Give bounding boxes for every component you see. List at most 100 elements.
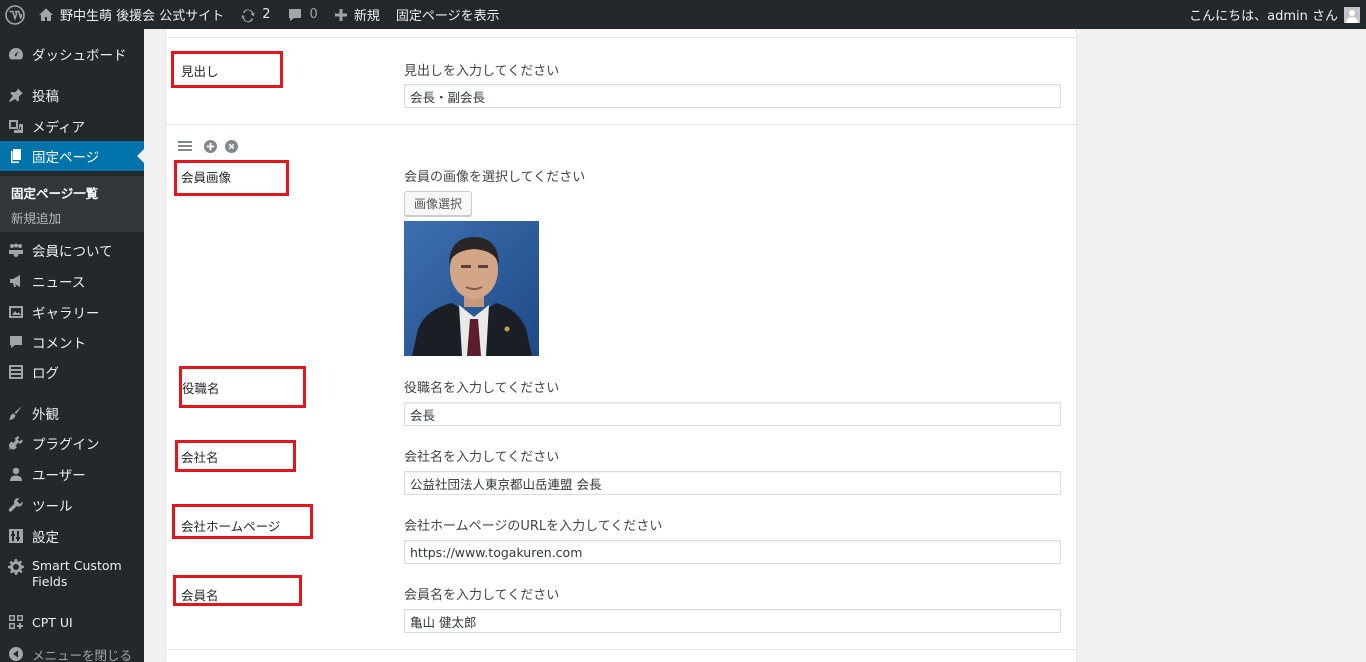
homepage-input[interactable] (404, 540, 1061, 564)
megaphone-icon (10, 275, 20, 287)
gallery-icon (9, 306, 23, 318)
add-row-icon[interactable] (204, 140, 217, 153)
menu-label: 会員について (32, 244, 113, 260)
highlight-box (175, 440, 296, 472)
menu-label: CPT UI (32, 614, 73, 630)
menu-news[interactable]: ニュース (0, 266, 144, 296)
page-icon (11, 149, 21, 163)
position-input[interactable] (404, 402, 1061, 426)
highlight-box (174, 160, 289, 196)
menu-tools[interactable]: ツール (0, 490, 144, 520)
wrench-icon (8, 498, 23, 512)
menu-appearance[interactable]: 外観 (0, 398, 144, 428)
menu-members[interactable]: 会員について (0, 235, 144, 265)
image-note: 会員の画像を選択してください (404, 170, 586, 185)
homepage-note: 会社ホームページのURLを入力してください (404, 519, 663, 534)
new-content-link[interactable]: 新規 (326, 0, 388, 29)
view-page-link[interactable]: 固定ページを表示 (388, 0, 508, 29)
menu-label: ニュース (32, 275, 86, 291)
menu-label: Smart Custom Fields (32, 558, 122, 589)
menu-label: コメント (32, 336, 86, 352)
plus-icon (334, 8, 347, 21)
media-icon (9, 120, 23, 133)
plugin-icon (8, 436, 23, 450)
collapse-label: メニューを閉じる (32, 647, 133, 662)
submenu-all-pages[interactable]: 固定ページ一覧 (11, 183, 98, 202)
collapse-menu-button[interactable]: メニューを閉じる (0, 639, 144, 662)
menu-gallery[interactable]: ギャラリー (0, 297, 144, 327)
menu-smart-custom-fields[interactable]: Smart Custom Fields (0, 551, 144, 591)
greeting: こんにちは、admin さん (1189, 9, 1338, 24)
avatar (1344, 6, 1360, 23)
user-icon (10, 467, 22, 481)
list-icon (9, 365, 23, 379)
menu-label: メディア (32, 120, 86, 136)
menu-label: ギャラリー (32, 306, 100, 322)
member-photo (404, 221, 539, 356)
admin-menu: ダッシュボード 投稿 メディア 固定ページ 固定ページ一覧 新規追加 会員につい… (0, 29, 144, 662)
menu-comments[interactable]: コメント (0, 327, 144, 357)
comment-icon (10, 336, 22, 348)
menu-label: ログ (32, 366, 59, 382)
dashboard-icon (9, 48, 23, 60)
menu-label: プラグイン (32, 437, 100, 453)
divider (166, 124, 1076, 125)
pages-submenu: 固定ページ一覧 新規追加 (0, 176, 144, 232)
menu-media[interactable]: メディア (0, 111, 144, 141)
divider (166, 37, 1076, 38)
menu-label: ツール (32, 499, 73, 515)
select-image-button[interactable]: 画像選択 (404, 191, 473, 216)
home-icon (39, 8, 53, 21)
menu-cpt-ui[interactable]: CPT UI (0, 607, 144, 637)
highlight-box (172, 504, 313, 539)
grid-icon (9, 615, 23, 629)
comments-link[interactable]: 0 (279, 0, 326, 29)
menu-posts[interactable]: 投稿 (0, 80, 144, 110)
menu-label: 設定 (32, 530, 59, 546)
menu-dashboard[interactable]: ダッシュボード (0, 39, 144, 69)
update-icon (241, 8, 255, 22)
menu-log[interactable]: ログ (0, 357, 144, 387)
comment-icon (288, 8, 301, 21)
gear-icon (8, 559, 24, 575)
site-name: 野中生萌 後援会 公式サイト (60, 9, 225, 24)
settings-icon (9, 529, 23, 543)
view-page-label: 固定ページを表示 (395, 9, 500, 24)
admin-bar: 野中生萌 後援会 公式サイト 2 0 新規 固定ページを表示 こんにちは、adm… (0, 0, 1366, 29)
menu-label: ユーザー (32, 468, 86, 484)
heading-input[interactable] (404, 84, 1061, 108)
new-label: 新規 (353, 9, 380, 24)
highlight-box (179, 366, 306, 408)
updates-count: 2 (262, 7, 271, 22)
member-name-note: 会員名を入力してください (404, 588, 560, 603)
comments-count: 0 (309, 7, 318, 22)
brush-icon (9, 406, 22, 420)
collapse-icon (9, 647, 23, 661)
drag-handle-icon[interactable] (178, 140, 192, 152)
divider (166, 649, 1076, 650)
custom-fields-panel: 見出し 見出しを入力してください 会員画像 会員の画像を選択してください 画像選… (165, 29, 1077, 662)
remove-row-icon[interactable] (225, 140, 238, 153)
menu-label: 投稿 (32, 89, 59, 105)
position-note: 役職名を入力してください (404, 381, 560, 396)
menu-settings[interactable]: 設定 (0, 521, 144, 551)
menu-pages[interactable]: 固定ページ (0, 141, 144, 171)
company-note: 会社名を入力してください (404, 450, 560, 465)
menu-plugins[interactable]: プラグイン (0, 428, 144, 458)
highlight-box (171, 51, 283, 88)
updates-link[interactable]: 2 (232, 0, 278, 29)
submenu-add-new[interactable]: 新規追加 (11, 208, 61, 227)
menu-label: ダッシュボード (32, 48, 127, 64)
site-name-link[interactable]: 野中生萌 後援会 公式サイト (30, 0, 232, 29)
menu-label: 固定ページ (32, 150, 100, 166)
heading-note: 見出しを入力してください (404, 64, 560, 79)
groups-icon (9, 243, 23, 257)
company-input[interactable] (404, 471, 1061, 495)
highlight-box (173, 575, 302, 606)
member-name-input[interactable] (404, 609, 1061, 633)
menu-label: 外観 (32, 407, 59, 423)
wordpress-logo-icon[interactable] (0, 0, 30, 29)
my-account[interactable]: こんにちは、admin さん (1189, 0, 1366, 29)
pin-icon (9, 88, 23, 102)
menu-users[interactable]: ユーザー (0, 459, 144, 489)
